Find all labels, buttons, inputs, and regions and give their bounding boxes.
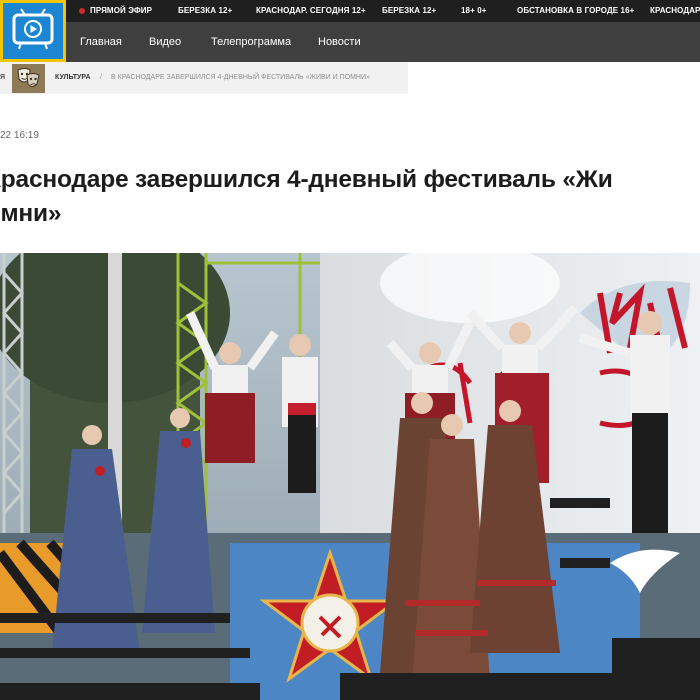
live-dot-icon: [79, 8, 85, 14]
main-nav: Главная Видео Телепрограмма Новости: [0, 22, 700, 62]
nav-item-home[interactable]: Главная: [80, 22, 122, 62]
theater-masks-icon[interactable]: [12, 64, 45, 93]
channel-link[interactable]: БЕРЕЗКА 12+: [382, 0, 436, 22]
breadcrumb: Я КУЛЬТУРА / В КРАСНОДАРЕ ЗАВЕРШИЛСЯ 4-Д…: [0, 62, 408, 94]
article-title: Краснодаре завершился 4-дневный фестивал…: [0, 163, 700, 231]
article-title-line: омни»: [0, 200, 62, 227]
breadcrumb-item-home[interactable]: Я: [0, 62, 5, 94]
breadcrumb-current: В КРАСНОДАРЕ ЗАВЕРШИЛСЯ 4-ДНЕВНЫЙ ФЕСТИВ…: [111, 74, 370, 81]
channel-link[interactable]: КРАСНОДАР СЕГОД: [650, 0, 700, 22]
article-title-line: Краснодаре завершился 4-дневный фестивал…: [0, 166, 613, 193]
site-logo[interactable]: [0, 0, 66, 62]
tv-play-icon: [12, 8, 54, 50]
nav-item-video[interactable]: Видео: [149, 22, 181, 62]
breadcrumb-spacer: [408, 62, 700, 94]
breadcrumb-item-culture[interactable]: КУЛЬТУРА: [55, 62, 91, 94]
article-date: 22 16:19: [0, 130, 39, 141]
nav-item-tv-schedule[interactable]: Телепрограмма: [211, 22, 291, 62]
live-label: ПРЯМОЙ ЭФИР: [90, 6, 153, 15]
article-photo: [0, 253, 700, 700]
channels-bar: ПРЯМОЙ ЭФИР БЕРЕЗКА 12+ КРАСНОДАР. СЕГОД…: [0, 0, 700, 22]
channel-link[interactable]: КРАСНОДАР. СЕГОДНЯ 12+: [256, 0, 366, 22]
channel-link[interactable]: ОБСТАНОВКА В ГОРОДЕ 16+: [517, 0, 634, 22]
live-button[interactable]: ПРЯМОЙ ЭФИР: [79, 0, 152, 22]
channel-link[interactable]: 18+ 0+: [461, 0, 487, 22]
breadcrumb-separator: /: [100, 74, 102, 81]
channel-link[interactable]: БЕРЕЗКА 12+: [178, 0, 232, 22]
nav-item-news[interactable]: Новости: [318, 22, 361, 62]
